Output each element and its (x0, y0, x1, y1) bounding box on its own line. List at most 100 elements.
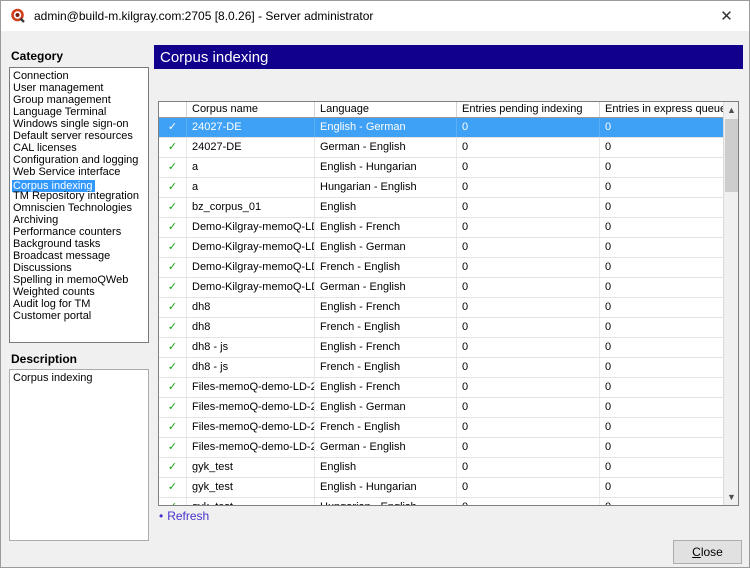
cell-language: German - English (315, 438, 457, 457)
sidebar-item-web-service-interface[interactable]: Web Service interface (12, 166, 148, 178)
table-row[interactable]: ✓gyk_testEnglish00 (159, 458, 723, 478)
table-row[interactable]: ✓Demo-Kilgray-memoQ-LD-2...English - Ger… (159, 238, 723, 258)
sidebar-item-group-management[interactable]: Group management (12, 94, 148, 106)
sidebar-item-user-management[interactable]: User management (12, 82, 148, 94)
cell-language: English - French (315, 338, 457, 357)
close-button[interactable]: Close (673, 540, 742, 564)
page-title: Corpus indexing (154, 45, 743, 69)
sidebar-item-spelling-in-memoqweb[interactable]: Spelling in memoQWeb (12, 274, 148, 286)
table-row[interactable]: ✓bz_corpus_01English00 (159, 198, 723, 218)
cell-corpus-name: Files-memoQ-demo-LD-2015 (187, 418, 315, 437)
sidebar-item-weighted-counts[interactable]: Weighted counts (12, 286, 148, 298)
cell-language: English - German (315, 118, 457, 137)
table-row[interactable]: ✓gyk_testHungarian - English00 (159, 498, 723, 505)
sidebar-item-connection[interactable]: Connection (12, 70, 148, 82)
sidebar-item-omniscien-technologies[interactable]: Omniscien Technologies (12, 202, 148, 214)
table-row[interactable]: ✓Demo-Kilgray-memoQ-LD-2...French - Engl… (159, 258, 723, 278)
sidebar-item-discussions[interactable]: Discussions (12, 262, 148, 274)
cell-entries-express: 0 (600, 238, 723, 257)
table-row[interactable]: ✓dh8English - French00 (159, 298, 723, 318)
cell-language: English - Hungarian (315, 158, 457, 177)
cell-entries-pending: 0 (457, 298, 600, 317)
grid-body: Corpus name Language Entries pending ind… (159, 102, 723, 505)
column-header-status[interactable] (159, 102, 187, 117)
cell-entries-express: 0 (600, 458, 723, 477)
column-header-corpus[interactable]: Corpus name (187, 102, 315, 117)
cell-language: French - English (315, 258, 457, 277)
category-label: Category (11, 49, 63, 63)
column-header-language[interactable]: Language (315, 102, 457, 117)
table-row[interactable]: ✓Demo-Kilgray-memoQ-LD-2...English - Fre… (159, 218, 723, 238)
column-header-pending[interactable]: Entries pending indexing (457, 102, 600, 117)
status-check-icon: ✓ (159, 318, 187, 337)
cell-entries-pending: 0 (457, 158, 600, 177)
cell-entries-pending: 0 (457, 118, 600, 137)
status-check-icon: ✓ (159, 438, 187, 457)
scroll-down-icon[interactable]: ▼ (724, 489, 739, 505)
refresh-link[interactable]: • Refresh (159, 509, 209, 523)
cell-entries-pending: 0 (457, 198, 600, 217)
cell-entries-pending: 0 (457, 498, 600, 505)
sidebar-item-customer-portal[interactable]: Customer portal (12, 310, 148, 322)
table-row[interactable]: ✓24027-DEEnglish - German00 (159, 118, 723, 138)
sidebar-item-cal-licenses[interactable]: CAL licenses (12, 142, 148, 154)
cell-entries-express: 0 (600, 118, 723, 137)
sidebar-item-default-server-resources[interactable]: Default server resources (12, 130, 148, 142)
sidebar-item-archiving[interactable]: Archiving (12, 214, 148, 226)
sidebar-item-performance-counters[interactable]: Performance counters (12, 226, 148, 238)
cell-entries-express: 0 (600, 438, 723, 457)
table-row[interactable]: ✓dh8 - jsEnglish - French00 (159, 338, 723, 358)
table-row[interactable]: ✓24027-DEGerman - English00 (159, 138, 723, 158)
cell-corpus-name: dh8 - js (187, 358, 315, 377)
table-row[interactable]: ✓Files-memoQ-demo-LD-2015French - Englis… (159, 418, 723, 438)
vertical-scrollbar[interactable]: ▲ ▼ (723, 102, 738, 505)
cell-language: French - English (315, 318, 457, 337)
table-row[interactable]: ✓dh8 - jsFrench - English00 (159, 358, 723, 378)
cell-corpus-name: dh8 - js (187, 338, 315, 357)
window-title: admin@build-m.kilgray.com:2705 [8.0.26] … (34, 9, 373, 23)
cell-entries-express: 0 (600, 378, 723, 397)
cell-entries-pending: 0 (457, 218, 600, 237)
grid-header-row: Corpus name Language Entries pending ind… (159, 102, 723, 118)
cell-corpus-name: dh8 (187, 318, 315, 337)
sidebar-item-background-tasks[interactable]: Background tasks (12, 238, 148, 250)
cell-language: German - English (315, 278, 457, 297)
scroll-up-icon[interactable]: ▲ (724, 102, 739, 118)
column-header-express[interactable]: Entries in express queue (600, 102, 723, 117)
table-row[interactable]: ✓aHungarian - English00 (159, 178, 723, 198)
cell-corpus-name: 24027-DE (187, 118, 315, 137)
status-check-icon: ✓ (159, 478, 187, 497)
cell-entries-express: 0 (600, 258, 723, 277)
table-row[interactable]: ✓aEnglish - Hungarian00 (159, 158, 723, 178)
cell-entries-pending: 0 (457, 358, 600, 377)
cell-entries-express: 0 (600, 178, 723, 197)
cell-corpus-name: Demo-Kilgray-memoQ-LD-2... (187, 258, 315, 277)
cell-entries-pending: 0 (457, 178, 600, 197)
table-row[interactable]: ✓Files-memoQ-demo-LD-2015German - Englis… (159, 438, 723, 458)
description-box: Corpus indexing (9, 369, 149, 541)
table-row[interactable]: ✓dh8French - English00 (159, 318, 723, 338)
cell-language: Hungarian - English (315, 498, 457, 505)
cell-entries-pending: 0 (457, 458, 600, 477)
sidebar-item-tm-repository-integration[interactable]: TM Repository integration (12, 190, 148, 202)
table-row[interactable]: ✓gyk_testEnglish - Hungarian00 (159, 478, 723, 498)
status-check-icon: ✓ (159, 218, 187, 237)
window-close-icon[interactable]: ✕ (704, 1, 749, 30)
sidebar-item-audit-log-for-tm[interactable]: Audit log for TM (12, 298, 148, 310)
sidebar-item-configuration-and-logging[interactable]: Configuration and logging (12, 154, 148, 166)
cell-entries-pending: 0 (457, 238, 600, 257)
scrollbar-thumb[interactable] (725, 119, 738, 192)
cell-corpus-name: Demo-Kilgray-memoQ-LD-2... (187, 218, 315, 237)
description-label: Description (11, 352, 77, 366)
status-check-icon: ✓ (159, 118, 187, 137)
table-row[interactable]: ✓Files-memoQ-demo-LD-2015English - Frenc… (159, 378, 723, 398)
sidebar-item-broadcast-message[interactable]: Broadcast message (12, 250, 148, 262)
table-row[interactable]: ✓Files-memoQ-demo-LD-2015English - Germa… (159, 398, 723, 418)
cell-language: Hungarian - English (315, 178, 457, 197)
cell-entries-pending: 0 (457, 338, 600, 357)
cell-corpus-name: 24027-DE (187, 138, 315, 157)
table-row[interactable]: ✓Demo-Kilgray-memoQ-LD-2...German - Engl… (159, 278, 723, 298)
sidebar-item-windows-single-sign-on[interactable]: Windows single sign-on (12, 118, 148, 130)
sidebar-item-language-terminal[interactable]: Language Terminal (12, 106, 148, 118)
cell-corpus-name: a (187, 158, 315, 177)
